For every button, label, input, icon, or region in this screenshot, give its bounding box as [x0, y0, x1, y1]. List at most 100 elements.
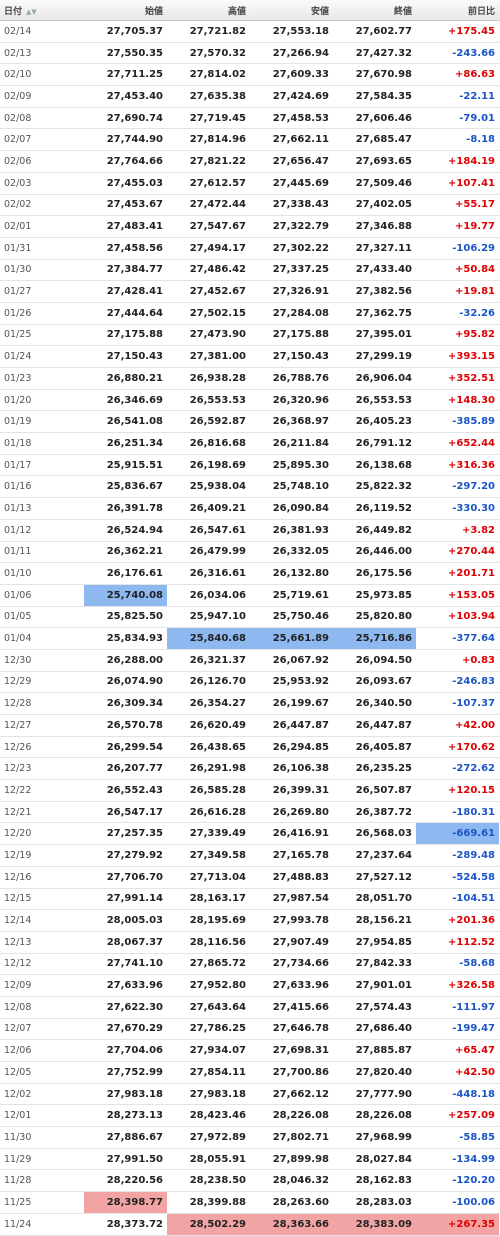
cell-high: 27,719.45 [189, 112, 246, 124]
table-row: 12/21 26,547.17 26,616.28 26,269.80 26,387.7… [0, 802, 500, 824]
cell-high: 28,502.29 [167, 1213, 250, 1235]
cell-low: 27,458.53 [272, 112, 329, 124]
table-row: 12/29 26,074.90 26,126.70 25,953.92 26,093.6… [0, 672, 500, 694]
cell-date: 01/05 [4, 611, 32, 623]
cell-change: -180.31 [452, 806, 495, 818]
cell-high: 26,291.98 [189, 763, 246, 775]
cell-open: 25,834.93 [106, 633, 163, 645]
cell-low: 27,987.54 [272, 893, 329, 905]
header-date[interactable]: 日付 ▲▼ [0, 4, 84, 17]
cell-open: 25,915.51 [106, 459, 163, 471]
cell-close: 28,156.21 [355, 915, 412, 927]
cell-open: 27,444.64 [106, 307, 163, 319]
cell-date: 11/28 [4, 1175, 32, 1187]
cell-change: -120.20 [452, 1175, 495, 1187]
cell-change: -377.64 [452, 633, 495, 645]
cell-open: 28,220.56 [106, 1175, 163, 1187]
cell-change: -79.01 [459, 112, 495, 124]
header-high[interactable]: 高値 [167, 4, 250, 17]
cell-close: 26,138.68 [355, 459, 412, 471]
cell-date: 12/16 [4, 871, 32, 883]
cell-close: 26,387.72 [355, 806, 412, 818]
cell-open: 26,299.54 [106, 741, 163, 753]
cell-change: +50.84 [454, 264, 495, 276]
cell-date: 02/14 [4, 25, 32, 37]
cell-change: -106.29 [452, 242, 495, 254]
cell-high: 26,620.49 [189, 719, 246, 731]
cell-close: 26,447.87 [355, 719, 412, 731]
cell-low: 27,662.12 [272, 1088, 329, 1100]
cell-change: +3.82 [461, 524, 495, 536]
cell-change: -330.30 [452, 502, 495, 514]
cell-close: 27,685.47 [355, 134, 412, 146]
cell-open: 27,150.43 [106, 351, 163, 363]
table-row: 11/30 27,886.67 27,972.89 27,802.71 27,968.9… [0, 1127, 500, 1149]
cell-close: 27,327.11 [355, 242, 412, 254]
cell-low: 28,226.08 [272, 1110, 329, 1122]
cell-change: +270.44 [448, 546, 495, 558]
table-row: 12/19 27,279.92 27,349.58 27,165.78 27,237.6… [0, 845, 500, 867]
cell-date: 01/18 [4, 437, 32, 449]
table-row: 12/26 26,299.54 26,438.65 26,294.85 26,405.8… [0, 737, 500, 759]
table-row: 11/29 27,991.50 28,055.91 27,899.98 28,027.8… [0, 1149, 500, 1171]
cell-date: 12/12 [4, 958, 32, 970]
header-close[interactable]: 終値 [333, 4, 416, 17]
cell-low: 27,424.69 [272, 90, 329, 102]
cell-high: 27,786.25 [189, 1023, 246, 1035]
table-row: 11/24 28,373.72 28,502.29 28,363.66 28,383.0… [0, 1213, 500, 1236]
cell-open: 27,550.35 [106, 47, 163, 59]
cell-low: 27,266.94 [272, 47, 329, 59]
cell-high: 27,381.00 [189, 351, 246, 363]
cell-low: 26,269.80 [272, 806, 329, 818]
cell-close: 25,973.85 [355, 589, 412, 601]
cell-low: 25,895.30 [272, 459, 329, 471]
table-row: 02/14 27,705.37 27,721.82 27,553.18 27,602.7… [0, 21, 500, 43]
cell-high: 27,486.42 [189, 264, 246, 276]
cell-high: 27,635.38 [189, 90, 246, 102]
cell-low: 28,046.32 [272, 1175, 329, 1187]
cell-close: 26,568.03 [355, 828, 412, 840]
cell-date: 01/10 [4, 568, 32, 580]
table-row: 12/28 26,309.34 26,354.27 26,199.67 26,340.5… [0, 693, 500, 715]
cell-open: 27,279.92 [106, 849, 163, 861]
cell-close: 25,716.86 [333, 628, 416, 649]
cell-high: 26,616.28 [189, 806, 246, 818]
cell-close: 27,820.40 [355, 1066, 412, 1078]
cell-high: 26,409.21 [189, 502, 246, 514]
cell-change: +107.41 [448, 177, 495, 189]
cell-close: 27,686.40 [355, 1023, 412, 1035]
table-row: 01/04 25,834.93 25,840.68 25,661.89 25,716.8… [0, 628, 500, 650]
cell-date: 01/13 [4, 502, 32, 514]
cell-open: 27,886.67 [106, 1131, 163, 1143]
cell-high: 27,452.67 [189, 286, 246, 298]
cell-high: 26,816.68 [189, 437, 246, 449]
cell-change: -134.99 [452, 1153, 495, 1165]
header-change[interactable]: 前日比 [416, 4, 499, 17]
cell-low: 26,090.84 [272, 502, 329, 514]
table-row: 11/25 28,398.77 28,399.88 28,263.60 28,283.0… [0, 1192, 500, 1214]
cell-change: -104.51 [452, 893, 495, 905]
cell-open: 26,074.90 [106, 676, 163, 688]
cell-change: +65.47 [454, 1045, 495, 1057]
header-date-label: 日付 [4, 6, 23, 17]
cell-close: 27,777.90 [355, 1088, 412, 1100]
header-low[interactable]: 安値 [250, 4, 333, 17]
cell-change: -243.66 [452, 47, 495, 59]
table-row: 01/24 27,150.43 27,381.00 27,150.43 27,299.1… [0, 346, 500, 368]
cell-change: -199.47 [452, 1023, 495, 1035]
header-open[interactable]: 始値 [84, 4, 167, 17]
table-row: 02/09 27,453.40 27,635.38 27,424.69 27,584.3… [0, 86, 500, 108]
cell-low: 26,399.31 [272, 784, 329, 796]
table-row: 12/23 26,207.77 26,291.98 26,106.38 26,235.2… [0, 758, 500, 781]
cell-open: 26,251.34 [106, 437, 163, 449]
cell-date: 01/12 [4, 524, 32, 536]
cell-close: 28,162.83 [355, 1175, 412, 1187]
cell-date: 01/31 [4, 242, 32, 254]
cell-date: 12/22 [4, 784, 32, 796]
cell-low: 27,700.86 [272, 1066, 329, 1078]
cell-change: -524.58 [452, 871, 495, 883]
cell-high: 27,494.17 [189, 242, 246, 254]
cell-low: 27,175.88 [272, 329, 329, 341]
table-row: 12/15 27,991.14 28,163.17 27,987.54 28,051.7… [0, 889, 500, 911]
sort-icon[interactable]: ▲▼ [26, 8, 37, 16]
